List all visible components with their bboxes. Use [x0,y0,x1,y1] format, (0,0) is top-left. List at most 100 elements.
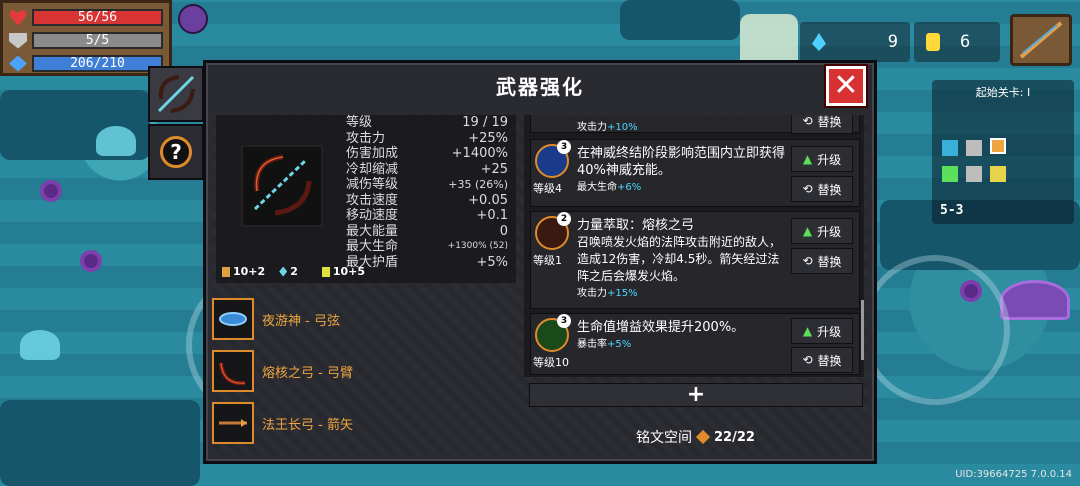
crit-stat: 10+5 [321,265,365,278]
current-room-icon [990,138,1006,154]
sub-label: 暴击率 [577,339,607,350]
stat-label: 最大能量 [346,223,399,239]
gold-currency-value: 6 [960,32,971,52]
stat-value: +0.1 [476,208,508,223]
stat-row: 最大生命 +1300% (52) [346,239,508,255]
stat-label: 伤害加成 [346,146,399,161]
upgrade-label: 升级 [817,224,842,239]
swap-button[interactable]: ⟲ 替换 [791,176,853,202]
bow-limb-icon [212,350,254,392]
coin-icon [926,33,940,51]
stat-label: 冷却缩减 [346,161,399,177]
jellyfish-icon [96,126,136,156]
sub-value: +5% [607,339,632,350]
minimap[interactable]: 起始关卡: I 5-3 [932,80,1074,224]
inscription-text: 召唤喷发火焰的法阵攻击附近的敌人，造成12伤害，冷却4.5秒。箭矢经过法阵之后会… [577,235,782,283]
stat-value: +5% [476,254,508,270]
sub-label: 攻击力 [577,288,607,299]
chest-room-icon [990,166,1006,182]
crystal-stat: 2 [279,265,298,278]
shield-icon [9,32,27,49]
swap-button[interactable]: ⟲ 替换 [791,248,853,274]
weapon-switch-button[interactable] [1010,14,1072,66]
buff-avatar[interactable] [178,4,208,34]
scrollbar[interactable] [861,300,864,360]
tab-weapon[interactable] [148,66,204,122]
part-item[interactable]: 法王长弓 - 箭矢 [212,397,353,449]
attack-value: 10+2 [233,265,266,278]
portal-room-icon [942,140,958,156]
stat-row: 冷却缩减 +25 [346,162,508,178]
stat-value: +0.05 [468,192,508,208]
stat-label: 等级 [346,115,373,130]
upgrade-button[interactable]: ▲ 升级 [791,318,853,344]
stats-list: 等级 19 / 19 攻击力 +25% 伤害加成 +1400% 冷却缩减 +25 减伤等… [346,115,508,270]
inscription-item: 攻击力+10% ⟲ 替换 [530,115,860,136]
part-name: 法王长弓 - 箭矢 [262,417,353,433]
stat-value: 0 [499,223,508,239]
diamond-icon [695,429,711,445]
stat-value: +35 (26%) [448,178,508,191]
armor-bar: 5/5 [32,32,163,49]
bow-icon [157,75,195,113]
part-item[interactable]: 熔核之弓 - 弓臂 [212,345,353,397]
energy-icon [9,55,27,72]
part-item[interactable]: 夜游神 - 弓弦 [212,293,353,345]
swap-label: 替换 [817,115,842,129]
inscription-list[interactable]: 攻击力+10% ⟲ 替换 3 等级4 在神威终结阶段影响范围内立即获得40%神威… [524,115,864,377]
close-button[interactable]: ✕ [826,66,866,106]
weapon-parts-list: 夜游神 - 弓弦 熔核之弓 - 弓臂 法王长弓 - 箭矢 [212,293,353,449]
swap-icon: ⟲ [802,254,813,268]
swap-button[interactable]: ⟲ 替换 [791,347,853,373]
coral-icon [80,250,102,272]
inscription-title: 力量萃取：熔核之弓 [577,218,695,233]
inscription-desc: 生命值增益效果提升200%。 暴击率+5% [577,319,791,353]
stat-label: 最大生命 [346,239,399,254]
arrow-up-icon: ▲ [802,224,813,238]
dialog-title: 武器强化 [496,75,584,99]
sword-icon [222,266,230,277]
inscription-item: 3 等级4 在神威终结阶段影响范围内立即获得40%神威充能。 最大生命+6% ▲… [530,139,860,207]
stat-row: 伤害加成 +1400% [346,146,508,162]
sub-label: 最大生命 [577,182,617,193]
inscription-badge: 3 [557,140,571,154]
uid-label: UID:39664725 7.0.0.14 [955,469,1072,480]
energy-row: 206/210 [9,53,163,74]
inscription-sub: 攻击力+10% [577,118,791,136]
stat-label: 移动速度 [346,208,399,223]
arrow-up-icon: ▲ [802,152,813,166]
crit-icon [321,266,330,277]
gold-currency: 6 [914,22,1000,62]
inscription-sub: 攻击力+15% [577,285,791,302]
swap-label: 替换 [817,254,842,269]
inscription-level: 等级4 [533,182,562,195]
swap-button[interactable]: ⟲ 替换 [791,115,853,134]
inscription-badge: 2 [557,212,571,226]
inscription-sub: 最大生命+6% [577,179,791,196]
crystal-icon [279,266,288,277]
inscription-badge: 3 [557,314,571,328]
attack-joystick[interactable] [860,255,1010,405]
stat-value: +25 [480,161,508,177]
upgrade-button[interactable]: ▲ 升级 [791,218,853,244]
stat-row: 攻击力 +25% [346,131,508,147]
sub-label: 攻击力 [577,122,607,133]
inscription-item: 2 等级1 力量萃取：熔核之弓 召唤喷发火焰的法阵攻击附近的敌人，造成12伤害，… [530,211,860,309]
sub-value: +10% [607,122,638,133]
blue-currency: 9 [800,22,910,62]
bowstring-icon [212,298,254,340]
plant-room-icon [942,166,958,182]
upgrade-button[interactable]: ▲ 升级 [791,146,853,172]
stat-row: 等级 19 / 19 [346,115,508,131]
stat-row: 最大护盾 +5% [346,255,508,271]
slots-count: 22/22 [714,429,755,445]
stat-row: 最大能量 0 [346,224,508,240]
inscription-text: 在神威终结阶段影响范围内立即获得40%神威充能。 [577,146,786,178]
add-inscription-button[interactable]: + [529,383,863,407]
stat-value: +1300% (52) [447,241,508,251]
player-stats-panel: 56/56 5/5 206/210 [0,0,172,76]
weapon-upgrade-dialog: 武器强化 ✕ 等级 19 / 19 攻击力 +25% 伤害加成 +1400% 冷却缩减… [203,60,877,464]
companion-avatar [740,14,798,64]
room-cell [966,166,982,182]
tab-help[interactable]: ? [148,124,204,180]
